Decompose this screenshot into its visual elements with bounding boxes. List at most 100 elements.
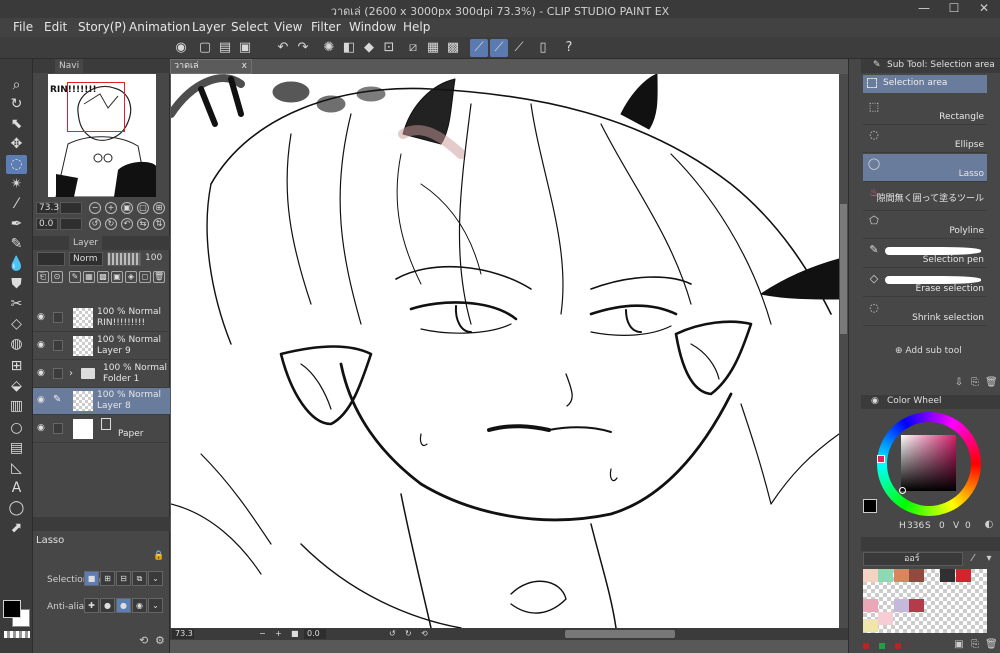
saturation-value[interactable]: 0 xyxy=(939,521,945,531)
layer-lock[interactable] xyxy=(53,312,63,323)
opacity-slider[interactable] xyxy=(107,252,141,266)
new-file-icon[interactable]: ▢ xyxy=(196,39,214,57)
color-mode-icon[interactable]: ◐ xyxy=(983,519,995,531)
layer-row-selected[interactable]: ◉ ✎ 100 % Normal Layer 8 xyxy=(33,388,170,415)
navigator-zoom-field[interactable]: 73.3 xyxy=(36,202,59,214)
intersect-selection-icon[interactable]: ⧉ xyxy=(132,571,147,586)
zoom-tool-icon[interactable]: ⌕ xyxy=(6,76,27,95)
horizontal-scroll-thumb[interactable] xyxy=(565,630,675,638)
navigator-view-rect[interactable] xyxy=(67,82,125,132)
antialias-medium-icon[interactable]: ● xyxy=(116,598,131,613)
color-swatch[interactable] xyxy=(863,619,878,632)
grid-icon[interactable]: ▦ xyxy=(424,39,442,57)
new-vector-layer-icon[interactable]: ◈ xyxy=(125,271,137,283)
blend-tool-icon[interactable]: ◍ xyxy=(6,335,27,354)
flip-horizontal-icon[interactable]: ⇆ xyxy=(137,218,149,230)
color-swatch[interactable] xyxy=(863,599,878,612)
sub-tool-enclose-fill[interactable]: ♨ 隙間無く囲って塗るツール xyxy=(863,183,987,211)
value-value[interactable]: 0 xyxy=(965,521,971,531)
color-swatch[interactable] xyxy=(878,569,893,582)
mask-icon[interactable]: ▣ xyxy=(111,271,123,283)
tab-layer[interactable]: Layer xyxy=(69,236,103,250)
eraser-tool-icon[interactable]: ◇ xyxy=(6,315,27,334)
replace-color-icon[interactable]: ⎘ xyxy=(969,639,981,651)
object-tool-icon[interactable]: ⬉ xyxy=(6,115,27,134)
rotate-left-icon[interactable]: ↺ xyxy=(89,218,101,230)
color-swatch[interactable] xyxy=(909,569,924,582)
close-button[interactable]: ✕ xyxy=(970,0,998,18)
vertical-scroll-thumb[interactable] xyxy=(840,204,847,334)
drawing-canvas[interactable] xyxy=(171,74,839,628)
layer-row[interactable]: ◉ 100 % Normal RIN!!!!!!!!! xyxy=(33,305,170,332)
redo-icon[interactable]: ↷ xyxy=(294,39,312,57)
snap-ruler-icon[interactable]: ⟋ xyxy=(470,39,488,57)
tab-navigator[interactable]: Navi xyxy=(55,59,84,73)
clip-studio-icon[interactable]: ◉ xyxy=(172,39,190,57)
color-set-select[interactable]: ออร์ xyxy=(863,552,963,566)
decoration-tool-icon[interactable]: ✂ xyxy=(6,295,27,314)
ruler-tool-icon[interactable]: ◺ xyxy=(6,459,27,478)
transparent-color-swatch[interactable] xyxy=(4,631,30,638)
eye-icon[interactable]: ◉ xyxy=(37,424,48,433)
color-history-swatch[interactable] xyxy=(863,643,869,649)
maximize-button[interactable]: ☐ xyxy=(940,0,968,18)
menu-help[interactable]: Help xyxy=(403,20,430,34)
snap-icon[interactable]: ⧄ xyxy=(404,39,422,57)
brush-tool-icon[interactable]: 💧 xyxy=(6,255,27,274)
sub-tool-shrink-selection[interactable]: ◌ Shrink selection xyxy=(863,298,987,326)
actual-size-icon[interactable]: ▢ xyxy=(137,202,149,214)
magic-wand-tool-icon[interactable]: ✴ xyxy=(6,175,27,194)
antialias-weak-icon[interactable]: ● xyxy=(100,598,115,613)
layer-lock[interactable] xyxy=(53,368,63,379)
navigator-angle-slider[interactable] xyxy=(60,218,82,230)
canvas-zoom-field[interactable]: 73.3 xyxy=(172,629,194,639)
new-selection-icon[interactable]: ■ xyxy=(84,571,99,586)
zoom-out-icon[interactable]: − xyxy=(256,629,270,639)
menu-edit[interactable]: Edit xyxy=(44,20,67,34)
canvas-angle-field[interactable]: 0.0 xyxy=(304,629,326,639)
menu-story[interactable]: Story(P) xyxy=(78,20,126,34)
sub-tool-lasso[interactable]: ◯ Lasso xyxy=(863,154,987,182)
flip-vertical-icon[interactable]: ⇅ xyxy=(153,218,165,230)
fit-icon[interactable]: ■ xyxy=(288,629,302,639)
draft-layer-icon[interactable]: ✎ xyxy=(69,271,81,283)
airbrush-tool-icon[interactable]: ⛊ xyxy=(6,275,27,294)
minimize-button[interactable]: — xyxy=(910,0,938,18)
figure-tool-icon[interactable]: ○ xyxy=(6,419,27,438)
sv-marker[interactable] xyxy=(899,487,906,494)
rotate-right-icon[interactable]: ↻ xyxy=(105,218,117,230)
eyedropper-tool-icon[interactable]: ⁄ xyxy=(6,195,27,214)
figure-ruler-tool-icon[interactable]: ⊞ xyxy=(6,357,27,376)
vertical-scrollbar[interactable] xyxy=(839,74,848,628)
menu-file[interactable]: File xyxy=(13,20,33,34)
eye-icon[interactable]: ◉ xyxy=(37,313,48,322)
sub-tool-polyline[interactable]: ⬠ Polyline xyxy=(863,211,987,239)
color-history-swatch[interactable] xyxy=(879,643,885,649)
menu-select[interactable]: Select xyxy=(231,20,268,34)
color-swatch[interactable] xyxy=(863,569,878,582)
lasso-tool-icon[interactable]: ◌ xyxy=(6,155,27,174)
hue-value[interactable]: 336 xyxy=(907,521,924,531)
color-swatch[interactable] xyxy=(956,569,971,582)
menu-filter[interactable]: Filter xyxy=(311,20,341,34)
add-selection-icon[interactable]: ⊞ xyxy=(100,571,115,586)
add-color-icon[interactable]: ▣ xyxy=(953,639,965,651)
delete-color-icon[interactable]: 🗑 xyxy=(985,639,998,651)
reference-layer-icon[interactable]: ⊙ xyxy=(51,271,63,283)
smartphone-icon[interactable]: ▯ xyxy=(534,39,552,57)
blend-mode-select[interactable]: Norm xyxy=(69,252,103,266)
reset-icon[interactable]: ⟲ xyxy=(139,634,148,647)
correct-line-tool-icon[interactable]: ⬈ xyxy=(6,519,27,538)
delete-sub-tool-icon[interactable]: 🗑 xyxy=(985,377,998,389)
layer-lock[interactable] xyxy=(53,340,63,351)
frame-border-tool-icon[interactable]: ▤ xyxy=(6,439,27,458)
text-tool-icon[interactable]: A xyxy=(6,479,27,498)
reset-rotation-icon[interactable]: ⟲ xyxy=(418,629,432,639)
rotate-right-icon[interactable]: ↻ xyxy=(402,629,416,639)
layer-lock[interactable] xyxy=(53,423,63,434)
color-wheel-main-swatch[interactable] xyxy=(863,499,877,513)
add-sub-tool-button[interactable]: ⊕ Add sub tool xyxy=(895,346,962,356)
pen-tool-icon[interactable]: ✒ xyxy=(6,215,27,234)
saturation-value-square[interactable] xyxy=(901,435,956,491)
sub-tool-ellipse[interactable]: ◌ Ellipse xyxy=(863,125,987,153)
